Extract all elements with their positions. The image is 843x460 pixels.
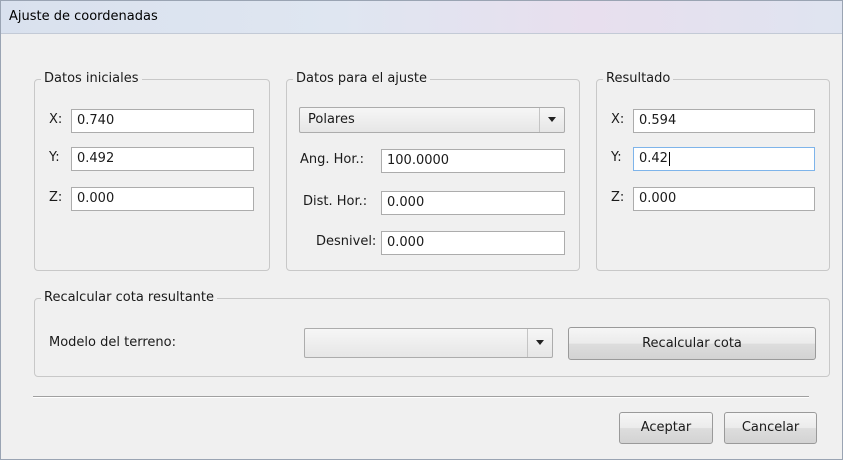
chevron-down-icon[interactable] <box>539 108 564 132</box>
accept-button[interactable]: Aceptar <box>619 412 713 444</box>
group-datos-iniciales: Datos iniciales <box>34 71 270 271</box>
result-x-label: X: <box>611 112 625 127</box>
chevron-down-icon[interactable] <box>527 329 552 357</box>
initial-y-input[interactable]: 0.492 <box>71 147 254 171</box>
group-resultado: Resultado <box>596 71 830 271</box>
footer-separator <box>33 396 809 398</box>
result-y-input[interactable]: 0.42 <box>633 147 815 171</box>
result-z-input[interactable]: 0.000 <box>633 187 815 211</box>
ang-hor-label: Ang. Hor.: <box>300 152 365 167</box>
text-caret <box>668 151 670 166</box>
initial-y-label: Y: <box>49 150 60 165</box>
result-z-label: Z: <box>611 190 625 205</box>
initial-z-input[interactable]: 0.000 <box>71 187 254 211</box>
cancel-button[interactable]: Cancelar <box>724 412 817 444</box>
result-x-input[interactable]: 0.594 <box>633 109 815 133</box>
desnivel-label: Desnivel: <box>316 234 377 249</box>
terrain-model-label: Modelo del terreno: <box>49 335 176 350</box>
group-recalcular-legend: Recalcular cota resultante <box>41 290 217 306</box>
initial-z-label: Z: <box>49 190 63 205</box>
desnivel-input[interactable]: 0.000 <box>381 231 565 255</box>
title-bar[interactable]: Ajuste de coordenadas <box>1 1 842 34</box>
result-y-label: Y: <box>611 150 622 165</box>
adjust-mode-value: Polares <box>308 112 355 127</box>
group-resultado-legend: Resultado <box>603 71 674 87</box>
result-y-value: 0.42 <box>639 151 668 166</box>
group-datos-iniciales-legend: Datos iniciales <box>41 71 142 87</box>
dist-hor-label: Dist. Hor.: <box>303 194 368 209</box>
recalcular-cota-button[interactable]: Recalcular cota <box>568 327 816 360</box>
terrain-model-select[interactable] <box>304 328 553 358</box>
initial-x-label: X: <box>49 112 63 127</box>
ang-hor-input[interactable]: 100.0000 <box>381 149 565 173</box>
dist-hor-input[interactable]: 0.000 <box>381 191 565 215</box>
adjust-mode-select[interactable]: Polares <box>299 107 565 133</box>
initial-x-input[interactable]: 0.740 <box>71 109 254 133</box>
dialog-window: Ajuste de coordenadas Datos iniciales X:… <box>0 0 843 460</box>
group-datos-ajuste-legend: Datos para el ajuste <box>293 71 431 87</box>
window-title: Ajuste de coordenadas <box>9 9 158 24</box>
